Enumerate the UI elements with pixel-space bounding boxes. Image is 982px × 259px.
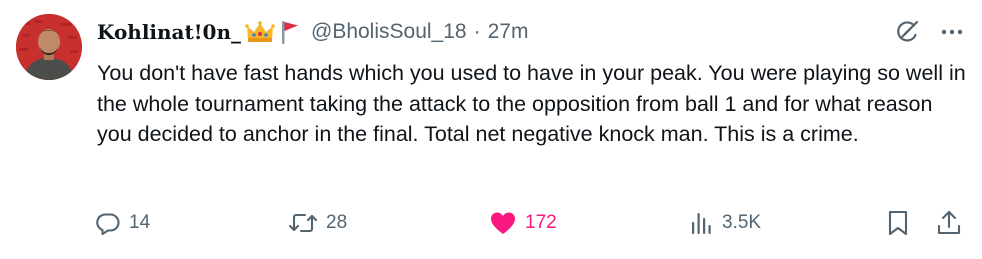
like-count: 172 xyxy=(525,212,557,233)
grok-icon[interactable] xyxy=(894,19,920,45)
share-icon xyxy=(936,209,962,237)
more-icon[interactable] xyxy=(940,20,964,44)
crown-emoji xyxy=(245,20,275,44)
tweet-header: Kohlinat!0n_ @BholisSoul_18 · 27m xyxy=(97,14,528,50)
like-button[interactable]: 172 xyxy=(489,205,557,241)
bookmark-button[interactable] xyxy=(886,205,910,241)
repost-button[interactable]: 28 xyxy=(288,205,347,241)
tweet[interactable]: Kohlinat!0n_ @BholisSoul_18 · 27m You do… xyxy=(0,0,982,259)
user-handle[interactable]: @BholisSoul_18 xyxy=(311,20,467,44)
reply-count: 14 xyxy=(129,212,151,233)
action-bar: 14 28 172 3.5K xyxy=(95,205,967,241)
heart-icon xyxy=(489,210,517,236)
share-button[interactable] xyxy=(936,205,962,241)
display-name[interactable]: Kohlinat!0n_ xyxy=(97,20,241,44)
views-icon xyxy=(690,210,714,236)
top-actions xyxy=(894,16,964,48)
red-flag-emoji xyxy=(279,19,301,45)
avatar[interactable] xyxy=(16,14,82,80)
repost-count: 28 xyxy=(326,212,348,233)
bookmark-icon xyxy=(886,209,910,237)
reply-icon xyxy=(95,210,121,236)
tweet-text: You don't have fast hands which you used… xyxy=(97,61,966,146)
separator-dot: · xyxy=(473,20,481,43)
views-button[interactable]: 3.5K xyxy=(690,205,761,241)
views-count: 3.5K xyxy=(722,212,762,233)
timestamp[interactable]: 27m xyxy=(488,20,529,44)
repost-icon xyxy=(288,210,318,236)
reply-button[interactable]: 14 xyxy=(95,205,150,241)
